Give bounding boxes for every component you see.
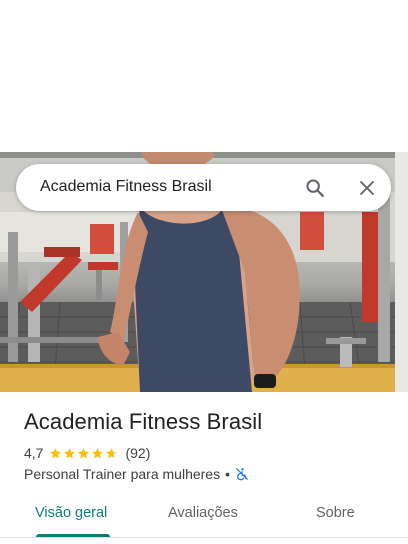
star-icon	[50, 447, 62, 458]
search-input[interactable]: Academia Fitness Brasil	[40, 178, 212, 196]
tab-about[interactable]: Sobre	[316, 505, 355, 521]
review-count[interactable]: (92)	[125, 445, 150, 461]
star-icon	[92, 447, 104, 458]
tabs-divider	[0, 537, 408, 538]
star-rating	[49, 447, 119, 460]
tab-bar: Visão geral Avaliações Sobre	[0, 495, 408, 537]
search-bar[interactable]: Academia Fitness Brasil	[16, 164, 391, 211]
wheelchair-not-accessible-icon	[236, 468, 248, 481]
search-button[interactable]	[302, 175, 328, 201]
rating-value: 4,7	[24, 445, 44, 461]
close-icon	[360, 181, 374, 195]
star-icon	[106, 447, 118, 458]
close-button[interactable]	[354, 175, 380, 201]
search-icon	[306, 179, 324, 197]
star-icon	[78, 447, 90, 458]
category-row: Personal Trainer para mulheres •	[24, 465, 249, 483]
separator-dot: •	[225, 466, 231, 482]
star-icon	[64, 447, 76, 458]
tab-overview[interactable]: Visão geral	[35, 505, 107, 521]
blank-area	[0, 0, 408, 152]
tab-reviews[interactable]: Avaliações	[168, 505, 238, 521]
place-category: Personal Trainer para mulheres	[24, 466, 221, 482]
rating-row[interactable]: 4,7 (92)	[24, 444, 150, 462]
place-title: Academia Fitness Brasil	[24, 409, 263, 434]
